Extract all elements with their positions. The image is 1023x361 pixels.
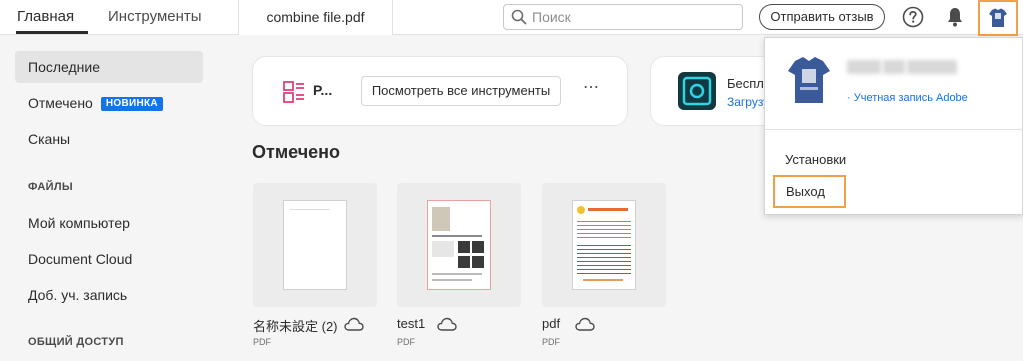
menu-divider bbox=[765, 129, 1023, 130]
preferences-menu-item[interactable]: Установки bbox=[785, 152, 846, 167]
more-options-icon[interactable]: ⋯ bbox=[583, 80, 599, 101]
file-type: PDF bbox=[253, 337, 271, 347]
cloud-icon bbox=[575, 317, 595, 331]
search-icon bbox=[511, 9, 527, 25]
avatar-icon bbox=[788, 57, 830, 103]
adobe-scan-icon bbox=[678, 72, 716, 110]
view-all-tools-button[interactable]: Посмотреть все инструменты bbox=[361, 76, 561, 106]
promo-download-link[interactable]: Загрузу bbox=[727, 95, 769, 109]
bell-icon[interactable] bbox=[945, 6, 965, 28]
file-type: PDF bbox=[542, 337, 560, 347]
avatar-icon bbox=[989, 8, 1007, 27]
sidebar-item-label: Последние bbox=[28, 59, 101, 75]
sidebar-item-label: Отмечено bbox=[28, 95, 93, 111]
tool-name[interactable]: P... bbox=[313, 82, 332, 98]
cloud-icon bbox=[437, 317, 457, 331]
blank-page-preview bbox=[283, 200, 347, 290]
sharing-heading: ОБЩИЙ ДОСТУП bbox=[28, 336, 124, 348]
sidebar-item-label: Сканы bbox=[28, 131, 71, 147]
tools-card: P... Посмотреть все инструменты ⋯ bbox=[252, 56, 628, 126]
organize-pages-icon bbox=[283, 81, 304, 103]
section-title-starred: Отмечено bbox=[252, 142, 341, 162]
blurred-user-name bbox=[847, 60, 987, 78]
cloud-icon bbox=[344, 317, 364, 331]
account-menu: · Учетная запись Adobe Установки Выход bbox=[764, 37, 1023, 215]
sidebar: Последние Отмечено НОВИНКА Сканы ФАЙЛЫ Мо… bbox=[0, 36, 218, 361]
adobe-account-link[interactable]: · Учетная запись Adobe bbox=[847, 92, 968, 104]
document-page-preview bbox=[572, 200, 636, 290]
search-input[interactable] bbox=[532, 7, 732, 27]
help-icon[interactable] bbox=[902, 6, 924, 28]
document-page-preview bbox=[427, 200, 491, 290]
active-tab-indicator bbox=[16, 31, 88, 34]
new-badge: НОВИНКА bbox=[100, 97, 163, 112]
files-heading: ФАЙЛЫ bbox=[28, 181, 73, 193]
sidebar-item-label: Мой компьютер bbox=[28, 215, 130, 231]
file-thumbnail[interactable] bbox=[397, 183, 521, 307]
sidebar-item-my-computer[interactable]: Мой компьютер bbox=[15, 207, 203, 239]
sidebar-item-label: Доб. уч. запись bbox=[28, 287, 128, 303]
sidebar-item-document-cloud[interactable]: Document Cloud bbox=[15, 243, 203, 275]
file-thumbnail[interactable] bbox=[542, 183, 666, 307]
sign-out-menu-item[interactable]: Выход bbox=[773, 175, 846, 208]
file-thumbnail[interactable] bbox=[253, 183, 377, 307]
sidebar-item-label: Document Cloud bbox=[28, 251, 133, 267]
tab-tools[interactable]: Инструменты bbox=[108, 0, 202, 35]
account-button[interactable] bbox=[978, 0, 1018, 36]
file-name[interactable]: test1 bbox=[397, 316, 425, 331]
sidebar-item-add-account[interactable]: Доб. уч. запись bbox=[15, 279, 203, 311]
search-box[interactable] bbox=[503, 4, 743, 30]
file-type: PDF bbox=[397, 337, 415, 347]
tab-document[interactable]: combine file.pdf bbox=[238, 0, 393, 35]
sidebar-item-scans[interactable]: Сканы bbox=[15, 123, 203, 155]
sidebar-item-recent[interactable]: Последние bbox=[15, 51, 203, 83]
file-name[interactable]: pdf bbox=[542, 316, 560, 331]
top-bar: Главная Инструменты combine file.pdf Отп… bbox=[0, 0, 1023, 36]
sidebar-item-starred[interactable]: Отмечено НОВИНКА bbox=[15, 87, 203, 119]
file-name[interactable]: 名称未設定 (2) bbox=[253, 316, 338, 335]
send-feedback-button[interactable]: Отправить отзыв bbox=[759, 4, 885, 30]
tab-home[interactable]: Главная bbox=[17, 0, 74, 35]
